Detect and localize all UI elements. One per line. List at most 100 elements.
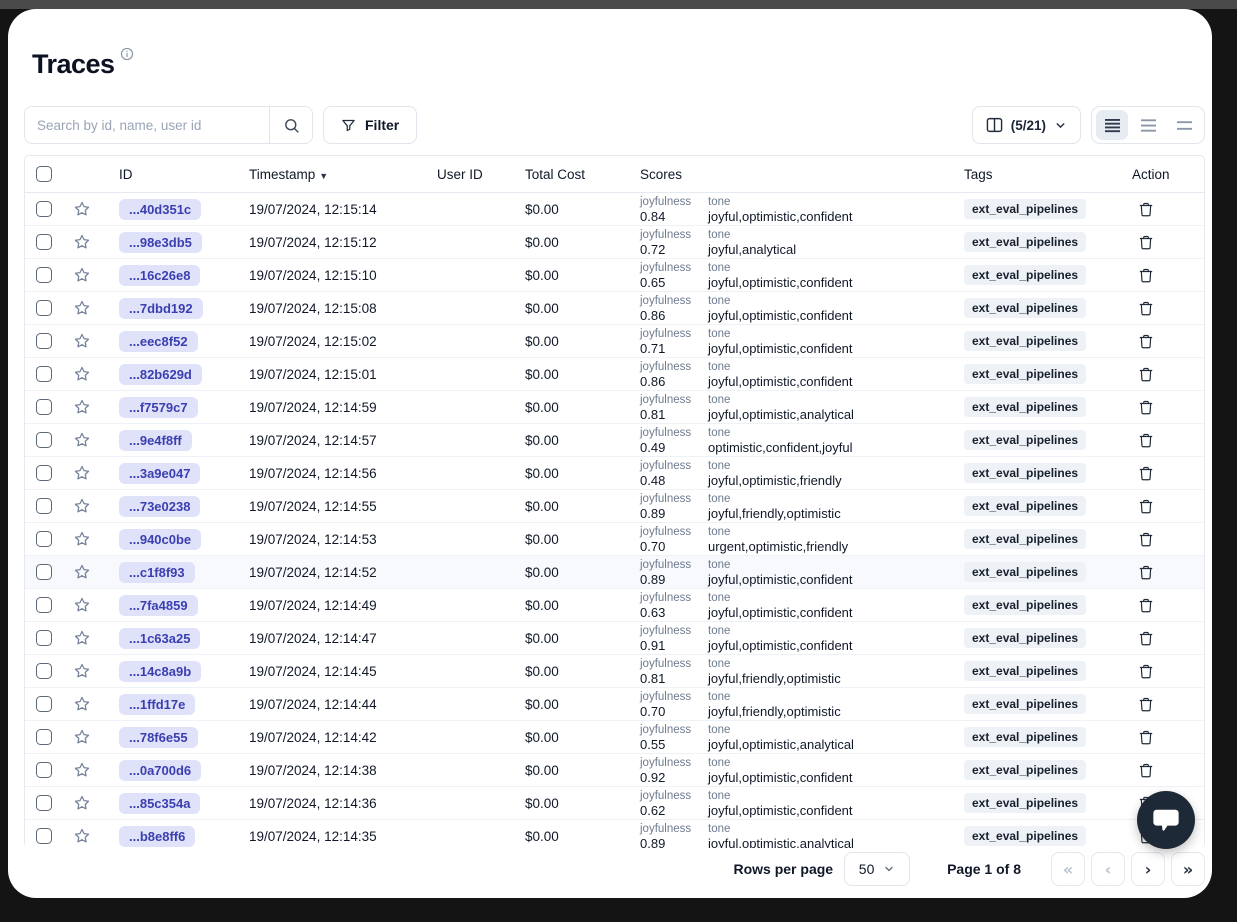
- trace-id-link[interactable]: ...1ffd17e: [119, 694, 195, 715]
- row-checkbox[interactable]: [36, 663, 52, 679]
- tag-badge[interactable]: ext_eval_pipelines: [964, 793, 1086, 813]
- bookmark-star-button[interactable]: [73, 266, 91, 284]
- row-height-large-button[interactable]: [1168, 110, 1200, 140]
- delete-trace-button[interactable]: [1138, 729, 1154, 746]
- trace-id-link[interactable]: ...9e4f8ff: [119, 430, 192, 451]
- table-row[interactable]: ...85c354a 19/07/2024, 12:14:36 $0.00 jo…: [25, 787, 1204, 820]
- trace-id-link[interactable]: ...7fa4859: [119, 595, 198, 616]
- trace-id-link[interactable]: ...3a9e047: [119, 463, 200, 484]
- table-row[interactable]: ...16c26e8 19/07/2024, 12:15:10 $0.00 jo…: [25, 259, 1204, 292]
- table-row[interactable]: ...40d351c 19/07/2024, 12:15:14 $0.00 jo…: [25, 193, 1204, 226]
- table-row[interactable]: ...98e3db5 19/07/2024, 12:15:12 $0.00 jo…: [25, 226, 1204, 259]
- trace-id-link[interactable]: ...b8e8ff6: [119, 826, 195, 847]
- row-checkbox[interactable]: [36, 498, 52, 514]
- trace-id-link[interactable]: ...98e3db5: [119, 232, 202, 253]
- row-checkbox[interactable]: [36, 201, 52, 217]
- next-page-button[interactable]: ›: [1131, 852, 1165, 886]
- row-checkbox[interactable]: [36, 564, 52, 580]
- trace-id-link[interactable]: ...7dbd192: [119, 298, 203, 319]
- delete-trace-button[interactable]: [1138, 300, 1154, 317]
- info-icon[interactable]: [120, 47, 134, 66]
- user-id-column-header[interactable]: User ID: [437, 167, 525, 182]
- trace-id-link[interactable]: ...85c354a: [119, 793, 200, 814]
- tag-badge[interactable]: ext_eval_pipelines: [964, 496, 1086, 516]
- select-all-checkbox[interactable]: [36, 166, 52, 182]
- bookmark-star-button[interactable]: [73, 596, 91, 614]
- tag-badge[interactable]: ext_eval_pipelines: [964, 397, 1086, 417]
- trace-id-link[interactable]: ...0a700d6: [119, 760, 201, 781]
- bookmark-star-button[interactable]: [73, 827, 91, 845]
- table-row[interactable]: ...9e4f8ff 19/07/2024, 12:14:57 $0.00 jo…: [25, 424, 1204, 457]
- chat-widget-button[interactable]: [1137, 791, 1195, 849]
- trace-id-link[interactable]: ...f7579c7: [119, 397, 198, 418]
- bookmark-star-button[interactable]: [73, 332, 91, 350]
- delete-trace-button[interactable]: [1138, 399, 1154, 416]
- tag-badge[interactable]: ext_eval_pipelines: [964, 265, 1086, 285]
- delete-trace-button[interactable]: [1138, 762, 1154, 779]
- row-checkbox[interactable]: [36, 333, 52, 349]
- timestamp-column-header[interactable]: Timestamp▼: [249, 167, 437, 182]
- row-checkbox[interactable]: [36, 267, 52, 283]
- total-cost-column-header[interactable]: Total Cost: [525, 167, 637, 182]
- delete-trace-button[interactable]: [1138, 564, 1154, 581]
- table-row[interactable]: ...7dbd192 19/07/2024, 12:15:08 $0.00 jo…: [25, 292, 1204, 325]
- row-height-medium-button[interactable]: [1132, 110, 1164, 140]
- bookmark-star-button[interactable]: [73, 563, 91, 581]
- trace-id-link[interactable]: ...40d351c: [119, 199, 201, 220]
- tag-badge[interactable]: ext_eval_pipelines: [964, 826, 1086, 846]
- tag-badge[interactable]: ext_eval_pipelines: [964, 760, 1086, 780]
- bookmark-star-button[interactable]: [73, 299, 91, 317]
- tag-badge[interactable]: ext_eval_pipelines: [964, 331, 1086, 351]
- row-checkbox[interactable]: [36, 531, 52, 547]
- search-input[interactable]: [25, 107, 269, 143]
- table-row[interactable]: ...f7579c7 19/07/2024, 12:14:59 $0.00 jo…: [25, 391, 1204, 424]
- delete-trace-button[interactable]: [1138, 432, 1154, 449]
- row-checkbox[interactable]: [36, 366, 52, 382]
- row-checkbox[interactable]: [36, 300, 52, 316]
- trace-id-link[interactable]: ...1c63a25: [119, 628, 200, 649]
- trace-id-link[interactable]: ...78f6e55: [119, 727, 198, 748]
- table-row[interactable]: ...82b629d 19/07/2024, 12:15:01 $0.00 jo…: [25, 358, 1204, 391]
- delete-trace-button[interactable]: [1138, 630, 1154, 647]
- tag-badge[interactable]: ext_eval_pipelines: [964, 628, 1086, 648]
- table-row[interactable]: ...14c8a9b 19/07/2024, 12:14:45 $0.00 jo…: [25, 655, 1204, 688]
- search-button[interactable]: [269, 107, 312, 143]
- table-row[interactable]: ...78f6e55 19/07/2024, 12:14:42 $0.00 jo…: [25, 721, 1204, 754]
- tag-badge[interactable]: ext_eval_pipelines: [964, 232, 1086, 252]
- tag-badge[interactable]: ext_eval_pipelines: [964, 298, 1086, 318]
- trace-id-link[interactable]: ...14c8a9b: [119, 661, 201, 682]
- row-checkbox[interactable]: [36, 795, 52, 811]
- delete-trace-button[interactable]: [1138, 531, 1154, 548]
- delete-trace-button[interactable]: [1138, 234, 1154, 251]
- row-checkbox[interactable]: [36, 597, 52, 613]
- bookmark-star-button[interactable]: [73, 728, 91, 746]
- delete-trace-button[interactable]: [1138, 366, 1154, 383]
- table-row[interactable]: ...73e0238 19/07/2024, 12:14:55 $0.00 jo…: [25, 490, 1204, 523]
- scores-column-header[interactable]: Scores: [637, 167, 964, 182]
- table-row[interactable]: ...b8e8ff6 19/07/2024, 12:14:35 $0.00 jo…: [25, 820, 1204, 848]
- bookmark-star-button[interactable]: [73, 233, 91, 251]
- table-row[interactable]: ...eec8f52 19/07/2024, 12:15:02 $0.00 jo…: [25, 325, 1204, 358]
- table-row[interactable]: ...1ffd17e 19/07/2024, 12:14:44 $0.00 jo…: [25, 688, 1204, 721]
- tag-badge[interactable]: ext_eval_pipelines: [964, 364, 1086, 384]
- row-checkbox[interactable]: [36, 729, 52, 745]
- bookmark-star-button[interactable]: [73, 530, 91, 548]
- delete-trace-button[interactable]: [1138, 333, 1154, 350]
- column-visibility-button[interactable]: (5/21): [972, 106, 1081, 144]
- bookmark-star-button[interactable]: [73, 431, 91, 449]
- trace-id-link[interactable]: ...c1f8f93: [119, 562, 195, 583]
- bookmark-star-button[interactable]: [73, 398, 91, 416]
- bookmark-star-button[interactable]: [73, 695, 91, 713]
- tag-badge[interactable]: ext_eval_pipelines: [964, 727, 1086, 747]
- tag-badge[interactable]: ext_eval_pipelines: [964, 562, 1086, 582]
- table-row[interactable]: ...0a700d6 19/07/2024, 12:14:38 $0.00 jo…: [25, 754, 1204, 787]
- id-column-header[interactable]: ID: [101, 167, 249, 182]
- delete-trace-button[interactable]: [1138, 498, 1154, 515]
- row-checkbox[interactable]: [36, 762, 52, 778]
- delete-trace-button[interactable]: [1138, 201, 1154, 218]
- row-checkbox[interactable]: [36, 630, 52, 646]
- filter-button[interactable]: Filter: [323, 106, 417, 144]
- row-checkbox[interactable]: [36, 234, 52, 250]
- row-height-small-button[interactable]: [1096, 110, 1128, 140]
- delete-trace-button[interactable]: [1138, 597, 1154, 614]
